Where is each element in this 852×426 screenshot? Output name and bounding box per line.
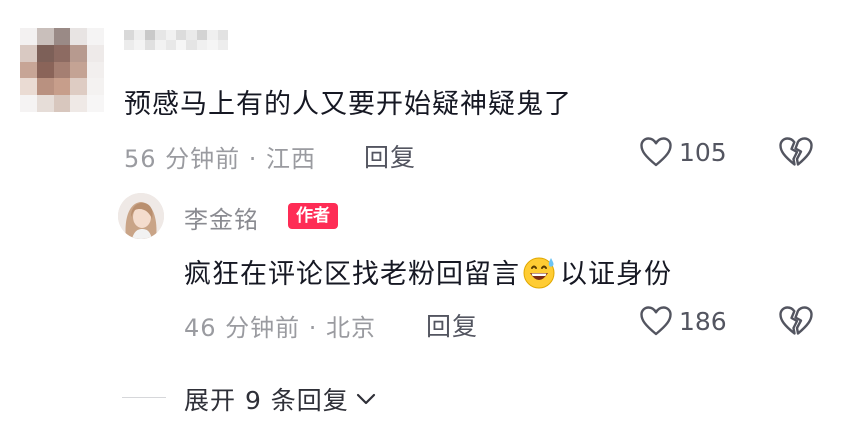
reply-button[interactable]: 回复: [364, 138, 416, 174]
broken-heart-icon: [779, 137, 813, 166]
commenter-name-pixelated[interactable]: [124, 30, 228, 50]
reply-author-name[interactable]: 李金铭: [184, 200, 259, 235]
author-avatar[interactable]: [118, 193, 164, 239]
reply-text: 疯狂在评论区找老粉回留言 以证身份: [184, 252, 672, 291]
expand-divider: [122, 397, 166, 398]
author-avatar-image: [118, 193, 164, 239]
reply-text-part-1: 疯狂在评论区找老粉回留言: [184, 259, 520, 290]
like-count: 105: [679, 137, 727, 167]
reply-like-count: 186: [679, 306, 727, 336]
reply-meta: 46 分钟前 · 北京: [184, 314, 377, 342]
grinning-sweat-emoji: [523, 257, 555, 288]
reply-to-reply-button[interactable]: 回复: [426, 307, 478, 343]
expand-replies-button[interactable]: 展开 9 条回复: [184, 381, 377, 417]
reply-dislike-button[interactable]: [778, 305, 814, 341]
broken-heart-icon: [779, 306, 813, 335]
reply-text-part-2: 以证身份: [560, 259, 672, 290]
heart-outline-icon: [640, 306, 672, 336]
commenter-avatar-pixelated[interactable]: [20, 28, 104, 112]
chevron-down-icon: [356, 393, 375, 405]
author-badge: 作者: [288, 203, 338, 229]
dislike-button[interactable]: [778, 136, 814, 172]
comment-meta: 56 分钟前 · 江西: [124, 145, 317, 173]
like-button[interactable]: 105: [639, 136, 727, 168]
expand-replies-label: 展开 9 条回复: [184, 386, 349, 415]
reply-like-button[interactable]: 186: [639, 305, 727, 337]
comment-text: 预感马上有的人又要开始疑神疑鬼了: [124, 89, 572, 120]
heart-outline-icon: [640, 137, 672, 167]
